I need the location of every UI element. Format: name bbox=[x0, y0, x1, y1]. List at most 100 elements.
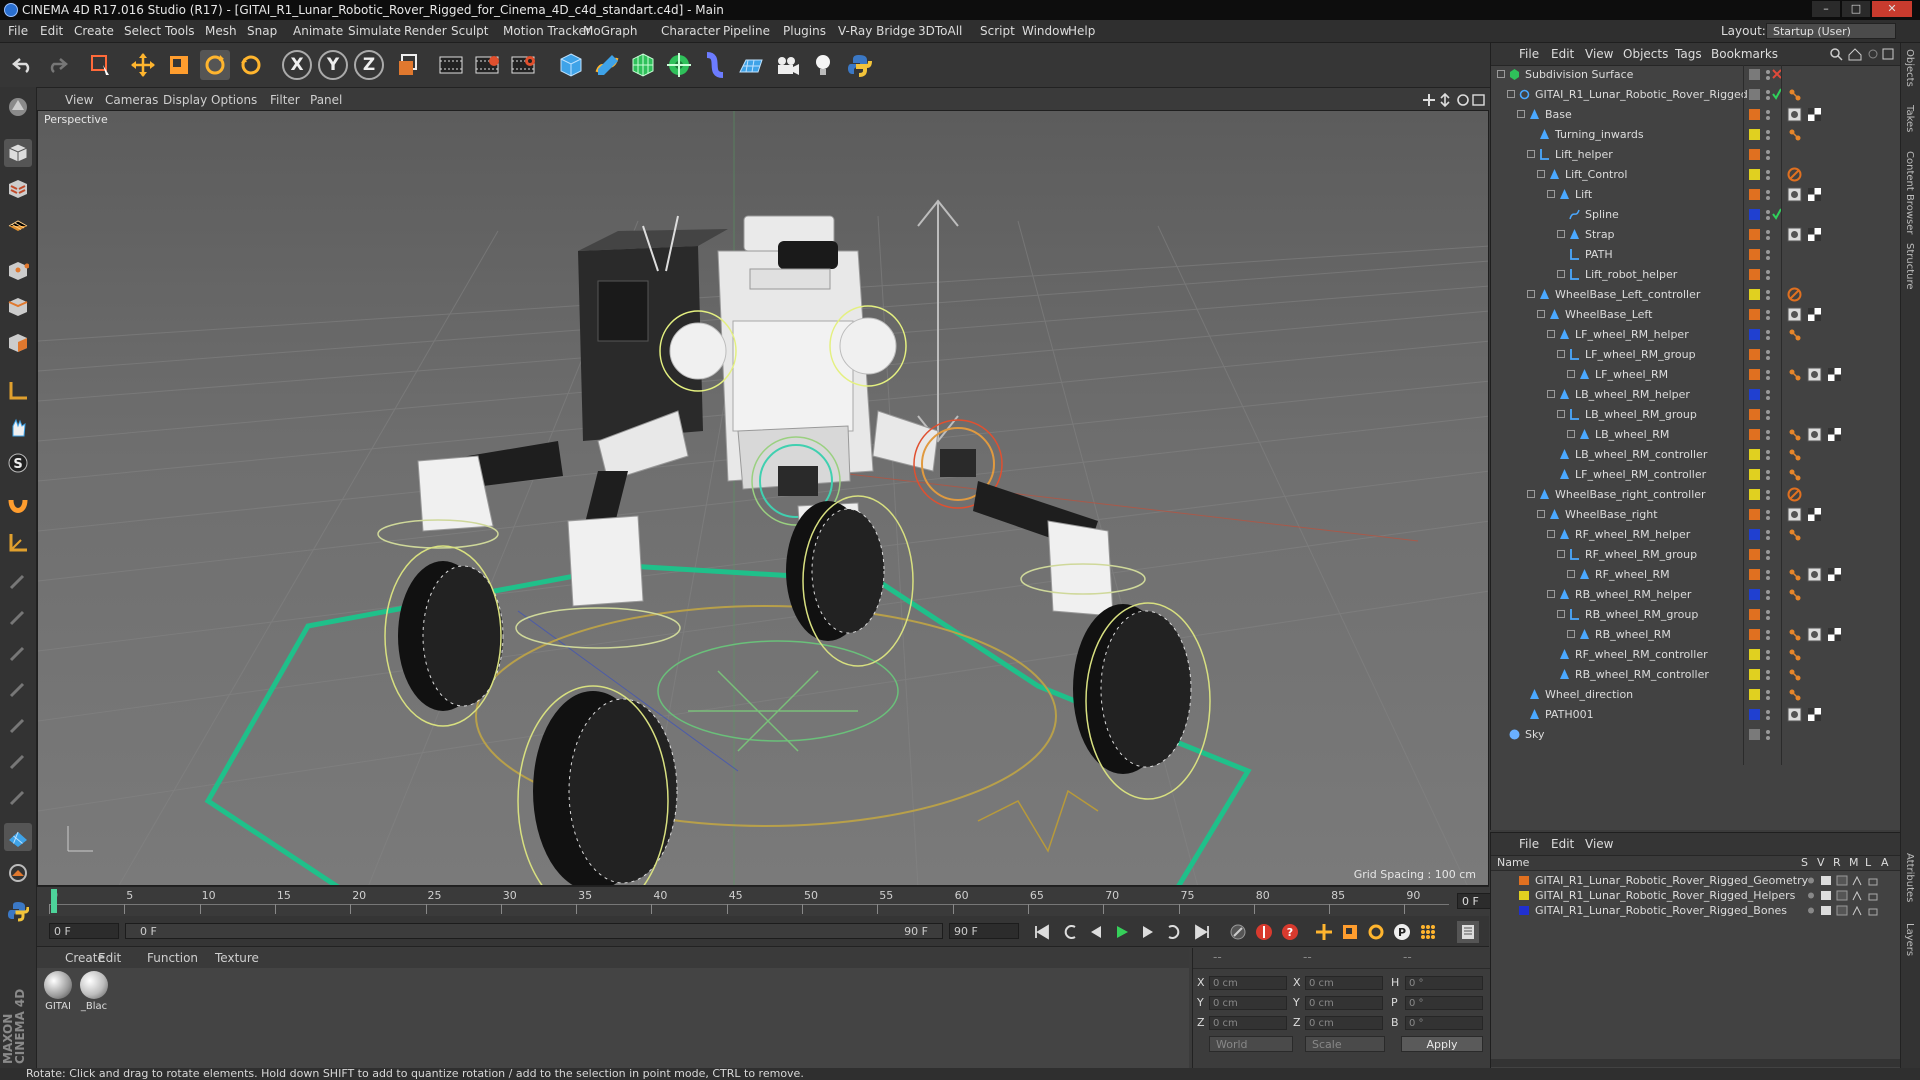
layer-color-swatch[interactable] bbox=[1749, 149, 1760, 160]
layer-toggle-icons[interactable] bbox=[1807, 889, 1891, 902]
object-tag-icon[interactable] bbox=[1787, 527, 1802, 542]
rotation-field[interactable]: 0 ° bbox=[1405, 976, 1483, 990]
timeline[interactable]: 051015202530354045505560657075808590 0 F bbox=[37, 886, 1521, 917]
tree-expand-icon[interactable] bbox=[1557, 550, 1565, 558]
tree-expand-icon[interactable] bbox=[1527, 150, 1535, 158]
menu-tools[interactable]: Tools bbox=[165, 24, 195, 38]
go-to-end-icon[interactable] bbox=[1191, 921, 1213, 943]
object-tag-icon[interactable] bbox=[1787, 647, 1802, 662]
layer-color-swatch[interactable] bbox=[1749, 249, 1760, 260]
menu-mograph[interactable]: MoGraph bbox=[583, 24, 638, 38]
menu-motion-tracker[interactable]: Motion Tracker bbox=[503, 24, 591, 38]
minimize-button[interactable]: – bbox=[1812, 1, 1840, 17]
recent-tool-icon[interactable] bbox=[236, 50, 266, 80]
visibility-dots-icon[interactable] bbox=[1765, 607, 1771, 623]
checker-tag-icon[interactable] bbox=[1807, 507, 1822, 522]
tree-expand-icon[interactable] bbox=[1547, 330, 1555, 338]
tree-row[interactable]: RB_wheel_RM bbox=[1491, 625, 1901, 645]
layer-color-swatch[interactable] bbox=[1749, 89, 1760, 100]
object-menu-edit[interactable]: Edit bbox=[1551, 47, 1574, 61]
object-tag-icon[interactable] bbox=[1787, 467, 1802, 482]
side-tab-objects[interactable]: Objects bbox=[1904, 49, 1915, 87]
visibility-dots-icon[interactable] bbox=[1765, 287, 1771, 303]
layer-color-swatch[interactable] bbox=[1749, 729, 1760, 740]
polygons-mode-icon[interactable] bbox=[4, 329, 32, 357]
key-rotation-icon[interactable] bbox=[1365, 921, 1387, 943]
layer-color-swatch[interactable] bbox=[1749, 409, 1760, 420]
tree-row[interactable]: Lift_Control bbox=[1491, 165, 1901, 185]
layer-color-swatch[interactable] bbox=[1749, 449, 1760, 460]
menu-window[interactable]: Window bbox=[1022, 24, 1069, 38]
object-menu-view[interactable]: View bbox=[1585, 47, 1613, 61]
previous-frame-icon[interactable] bbox=[1085, 921, 1107, 943]
tree-row[interactable]: Strap bbox=[1491, 225, 1901, 245]
position-field[interactable]: 0 cm bbox=[1209, 1016, 1287, 1030]
visibility-dots-icon[interactable] bbox=[1765, 207, 1771, 223]
tree-expand-icon[interactable] bbox=[1517, 110, 1525, 118]
ik-tag-icon[interactable] bbox=[1807, 627, 1822, 642]
tree-row[interactable]: RF_wheel_RM bbox=[1491, 565, 1901, 585]
tree-expand-icon[interactable] bbox=[1547, 390, 1555, 398]
close-button[interactable]: ✕ bbox=[1872, 1, 1912, 17]
y-axis-toggle[interactable]: Y bbox=[318, 50, 348, 80]
layer-color-swatch[interactable] bbox=[1519, 906, 1529, 915]
tree-expand-icon[interactable] bbox=[1567, 630, 1575, 638]
visibility-dots-icon[interactable] bbox=[1765, 367, 1771, 383]
tree-row[interactable]: RF_wheel_RM_helper bbox=[1491, 525, 1901, 545]
tree-expand-icon[interactable] bbox=[1567, 570, 1575, 578]
checker-tag-icon[interactable] bbox=[1807, 707, 1822, 722]
tree-row[interactable]: Turning_inwards bbox=[1491, 125, 1901, 145]
menu-select[interactable]: Select bbox=[124, 24, 161, 38]
layer-color-swatch[interactable] bbox=[1749, 69, 1760, 80]
viewport-menu-filter[interactable]: Filter bbox=[270, 93, 300, 107]
z-axis-toggle[interactable]: Z bbox=[354, 50, 384, 80]
tree-row[interactable]: LF_wheel_RM_group bbox=[1491, 345, 1901, 365]
ik-tag-icon[interactable] bbox=[1787, 187, 1802, 202]
visibility-dots-icon[interactable] bbox=[1765, 347, 1771, 363]
visibility-dots-icon[interactable] bbox=[1765, 327, 1771, 343]
workplane-icon[interactable] bbox=[4, 211, 32, 239]
layer-color-swatch[interactable] bbox=[1749, 709, 1760, 720]
visibility-dots-icon[interactable] bbox=[1765, 627, 1771, 643]
menu-v-ray-bridge[interactable]: V-Ray Bridge bbox=[838, 24, 915, 38]
make-editable-icon[interactable] bbox=[4, 93, 32, 121]
layer-color-swatch[interactable] bbox=[1749, 629, 1760, 640]
position-field[interactable]: 0 cm bbox=[1209, 976, 1287, 990]
ik-tag-icon[interactable] bbox=[1787, 107, 1802, 122]
menu-pipeline[interactable]: Pipeline bbox=[723, 24, 770, 38]
key-scale-icon[interactable] bbox=[1339, 921, 1361, 943]
visibility-dots-icon[interactable] bbox=[1765, 67, 1771, 83]
tree-expand-icon[interactable] bbox=[1497, 70, 1505, 78]
undo-icon[interactable] bbox=[8, 50, 38, 80]
checker-tag-icon[interactable] bbox=[1827, 427, 1842, 442]
tree-row[interactable]: PATH001 bbox=[1491, 705, 1901, 725]
key-pla-icon[interactable] bbox=[1417, 921, 1439, 943]
tree-expand-icon[interactable] bbox=[1527, 290, 1535, 298]
live-selection-icon[interactable] bbox=[86, 50, 116, 80]
edges-mode-icon[interactable] bbox=[4, 293, 32, 321]
layer-color-swatch[interactable] bbox=[1749, 329, 1760, 340]
ik-tag-icon[interactable] bbox=[1787, 227, 1802, 242]
object-tag-icon[interactable] bbox=[1787, 327, 1802, 342]
python-icon[interactable] bbox=[844, 50, 874, 80]
rotation-field[interactable]: 0 ° bbox=[1405, 1016, 1483, 1030]
layer-color-swatch[interactable] bbox=[1749, 569, 1760, 580]
timeline-playhead[interactable] bbox=[51, 889, 57, 913]
workplane-grid-icon[interactable] bbox=[4, 823, 32, 851]
visibility-dots-icon[interactable] bbox=[1765, 447, 1771, 463]
tree-expand-icon[interactable] bbox=[1557, 350, 1565, 358]
tree-row[interactable]: Lift bbox=[1491, 185, 1901, 205]
checker-tag-icon[interactable] bbox=[1827, 367, 1842, 382]
frame-range-slider[interactable]: 0 F 90 F bbox=[125, 923, 943, 939]
checker-tag-icon[interactable] bbox=[1827, 567, 1842, 582]
subdivision-surface-icon[interactable] bbox=[628, 50, 658, 80]
previous-key-icon[interactable] bbox=[1059, 921, 1081, 943]
menu-create[interactable]: Create bbox=[74, 24, 114, 38]
keyframe-selection-icon[interactable] bbox=[1227, 921, 1249, 943]
visibility-dots-icon[interactable] bbox=[1765, 667, 1771, 683]
tree-row[interactable]: LB_wheel_RM_group bbox=[1491, 405, 1901, 425]
layer-menu-edit[interactable]: Edit bbox=[1551, 837, 1574, 851]
layer-menu-view[interactable]: View bbox=[1585, 837, 1613, 851]
tree-row[interactable]: Sky bbox=[1491, 725, 1901, 745]
layer-color-swatch[interactable] bbox=[1749, 469, 1760, 480]
